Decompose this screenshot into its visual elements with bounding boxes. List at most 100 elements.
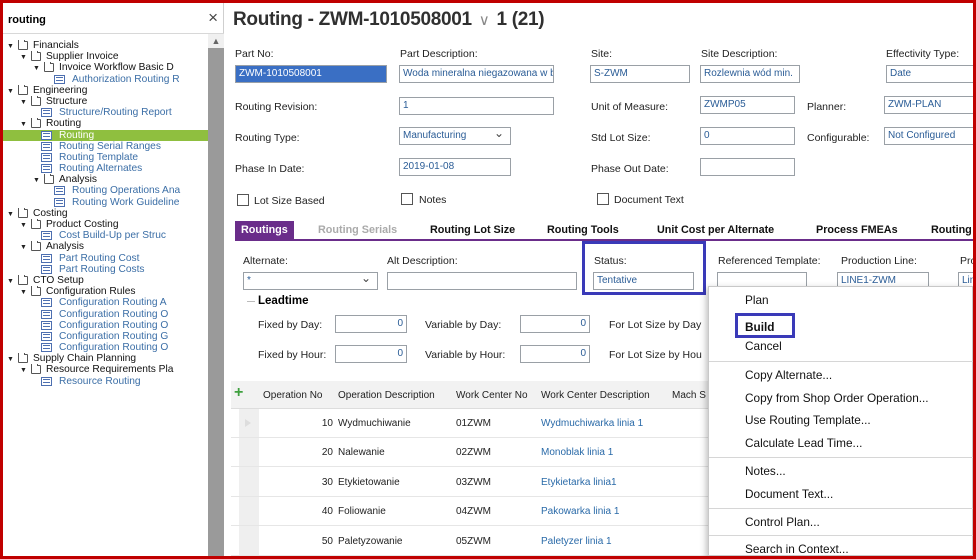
expand-toggle-icon[interactable]: ▼ [7, 86, 15, 96]
alternate-select[interactable]: * [243, 272, 378, 290]
chevron-down-icon[interactable]: ∨ [479, 12, 490, 29]
tree-folder[interactable]: ▼ Analysis [3, 174, 208, 185]
close-icon[interactable]: × [208, 8, 218, 28]
col-work-center-no[interactable]: Work Center No [456, 390, 528, 401]
expand-toggle-icon[interactable]: ▼ [20, 119, 28, 129]
unit-of-measure-field[interactable]: ZWMP05 [700, 96, 795, 114]
tree-folder[interactable]: ▼ Supplier Invoice [3, 51, 208, 62]
routing-revision-field[interactable]: 1 [399, 97, 554, 115]
tree-folder[interactable]: ▼ CTO Setup [3, 274, 208, 286]
tree-link[interactable]: Configuration Routing A [3, 297, 208, 308]
tree-link[interactable]: Routing Template [3, 152, 208, 163]
table-row[interactable]: 10 Wydmuchiwanie 01ZWM Wydmuchiwarka linia … [231, 409, 711, 438]
fixed-by-hour-field[interactable]: 0 [335, 345, 407, 363]
tab-routing-lot-size[interactable]: Routing Lot Size [430, 221, 515, 241]
tab-process-fmeas[interactable]: Process FMEAs [816, 221, 898, 241]
menu-item-use-routing-template[interactable]: Use Routing Template... [745, 413, 871, 427]
tree-link[interactable]: Cost Build-Up per Struc [3, 230, 208, 241]
tree-folder[interactable]: ▼ Analysis [3, 241, 208, 252]
tree-folder[interactable]: ▼ Financials [3, 40, 208, 51]
tree-link[interactable]: Routing Work Guideline [3, 197, 208, 208]
navigator-scrollbar[interactable]: ▲ [208, 34, 224, 556]
navigator-search[interactable]: routing × [3, 3, 224, 34]
phase-in-date-field[interactable]: 2019-01-08 [399, 158, 511, 176]
tree-folder[interactable]: ▼ Supply Chain Planning [3, 353, 208, 364]
tree-folder[interactable]: ▼ Structure [3, 95, 208, 107]
menu-item-copy-alternate[interactable]: Copy Alternate... [745, 368, 832, 382]
expand-toggle-icon[interactable]: ▼ [20, 220, 28, 230]
site-field[interactable]: S-ZWM [590, 65, 690, 83]
expand-toggle-icon[interactable]: ▼ [33, 63, 41, 73]
tab-routing-more[interactable]: Routing I [931, 221, 973, 241]
tab-unit-cost-per-alternate[interactable]: Unit Cost per Alternate [657, 221, 774, 241]
table-row[interactable]: 20 Nalewanie 02ZWM Monoblak linia 1 [231, 438, 711, 468]
tree-link[interactable]: Part Routing Costs [3, 264, 208, 275]
navigator-search-query[interactable]: routing [8, 14, 46, 26]
tree-link[interactable]: Routing Serial Ranges [3, 141, 208, 152]
tree-link[interactable]: Structure/Routing Report [3, 107, 208, 118]
tree-folder[interactable]: ▼ Product Costing [3, 219, 208, 230]
col-operation-description[interactable]: Operation Description [338, 390, 435, 401]
variable-by-hour-field[interactable]: 0 [520, 345, 590, 363]
site-description-field[interactable]: Rozlewnia wód min. [700, 65, 800, 83]
tree-folder[interactable]: ▼ Resource Requirements Pla [3, 364, 208, 375]
menu-item-cancel[interactable]: Cancel [745, 339, 782, 353]
menu-item-search-in-context[interactable]: Search in Context... [745, 542, 849, 556]
tree-link[interactable]: Configuration Routing G [3, 331, 208, 342]
table-row[interactable]: 50 Paletyzowanie 05ZWM Paletyzer linia 1 [231, 527, 711, 556]
scroll-up-icon[interactable]: ▲ [208, 34, 224, 48]
part-no-field[interactable]: ZWM-1010508001 [235, 65, 387, 83]
tab-routing-tools[interactable]: Routing Tools [547, 221, 619, 241]
tree-link[interactable]: Resource Routing [3, 376, 208, 387]
tree-link[interactable]: Part Routing Cost [3, 253, 208, 264]
std-lot-size-field[interactable]: 0 [700, 127, 795, 145]
configurable-field[interactable]: Not Configured [884, 127, 973, 145]
lot-size-based-checkbox[interactable] [237, 194, 249, 206]
expand-toggle-icon[interactable]: ▼ [7, 276, 15, 286]
tab-routings[interactable]: Routings [235, 221, 294, 241]
expand-toggle-icon[interactable]: ▼ [20, 365, 28, 375]
fixed-by-day-field[interactable]: 0 [335, 315, 407, 333]
expand-toggle-icon[interactable]: ▼ [20, 242, 28, 252]
tree-folder[interactable]: ▼ Configuration Rules [3, 286, 208, 297]
expand-toggle-icon[interactable]: ▼ [7, 354, 15, 364]
tree-folder[interactable]: ▼ Engineering [3, 84, 208, 96]
expand-toggle-icon[interactable]: ▼ [20, 97, 28, 107]
tree-link[interactable]: Configuration Routing O [3, 342, 208, 353]
expand-toggle-icon[interactable]: ▼ [7, 209, 15, 219]
routing-type-select[interactable]: Manufacturing [399, 127, 511, 145]
expand-toggle-icon[interactable]: ▼ [20, 287, 28, 297]
tab-routing-serials[interactable]: Routing Serials [318, 221, 397, 241]
col-work-center-description[interactable]: Work Center Description [541, 390, 650, 401]
alt-description-field[interactable] [387, 272, 577, 290]
tree-folder[interactable]: ▼ Routing [3, 118, 208, 129]
menu-item-copy-from-shop-order[interactable]: Copy from Shop Order Operation... [745, 391, 929, 405]
planner-field[interactable]: ZWM-PLAN [884, 96, 973, 114]
table-row[interactable]: 40 Foliowanie 04ZWM Pakowarka linia 1 [231, 497, 711, 527]
add-row-icon[interactable]: + [234, 384, 243, 402]
notes-checkbox[interactable] [401, 193, 413, 205]
part-description-field[interactable]: Woda mineralna niegazowana w bu [399, 65, 554, 83]
menu-item-calculate-lead-time[interactable]: Calculate Lead Time... [745, 436, 862, 450]
document-text-checkbox[interactable] [597, 193, 609, 205]
tree-folder[interactable]: ▼ Invoice Workflow Basic D [3, 62, 208, 73]
tree-link[interactable]: Configuration Routing O [3, 320, 208, 331]
phase-out-date-field[interactable] [700, 158, 795, 176]
col-operation-no[interactable]: Operation No [263, 390, 322, 401]
col-mach-s[interactable]: Mach S [672, 390, 706, 401]
tree-link[interactable]: Routing Alternates [3, 163, 208, 174]
tree-link[interactable]: Routing Operations Ana [3, 185, 208, 196]
menu-item-control-plan[interactable]: Control Plan... [745, 515, 820, 529]
tree-folder[interactable]: ▼ Costing [3, 207, 208, 219]
tree-link[interactable]: Configuration Routing O [3, 309, 208, 320]
expand-toggle-icon[interactable]: ▼ [33, 175, 41, 185]
menu-item-plan[interactable]: Plan [745, 293, 769, 307]
variable-by-day-field[interactable]: 0 [520, 315, 590, 333]
expand-toggle-icon[interactable]: ▼ [7, 41, 15, 51]
menu-item-notes[interactable]: Notes... [745, 464, 786, 478]
effectivity-type-field[interactable]: Date [886, 65, 973, 83]
menu-item-document-text[interactable]: Document Text... [745, 487, 833, 501]
expand-toggle-icon[interactable]: ▼ [20, 52, 28, 62]
tree-link[interactable]: Routing [3, 129, 208, 141]
tree-link[interactable]: Authorization Routing R [3, 74, 208, 85]
